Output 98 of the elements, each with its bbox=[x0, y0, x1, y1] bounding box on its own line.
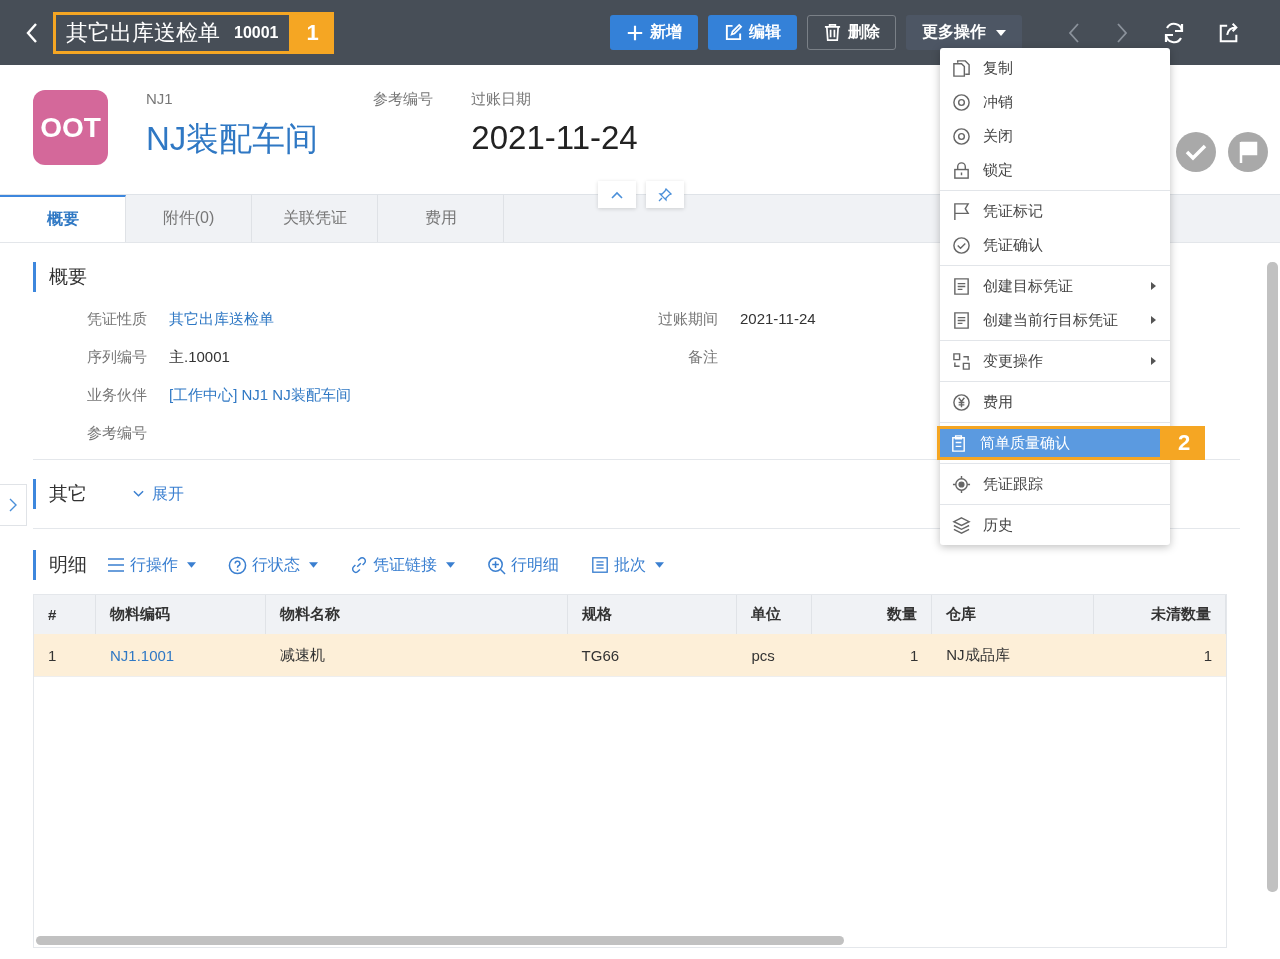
menu-item[interactable]: 凭证确认 bbox=[940, 228, 1170, 262]
table-cell-text: TG66 bbox=[580, 645, 621, 666]
field-label: 过账期间 bbox=[657, 309, 718, 329]
lock-icon bbox=[952, 160, 971, 180]
section-title: 明细 bbox=[49, 553, 87, 577]
field-value[interactable]: [工作中心] NJ1 NJ装配车间 bbox=[169, 384, 351, 405]
logo: OOT bbox=[33, 90, 108, 165]
field-label: 过账日期 bbox=[471, 90, 533, 109]
chevron-right-icon bbox=[9, 498, 17, 512]
document-icon bbox=[952, 310, 971, 330]
copy-icon bbox=[952, 58, 971, 78]
caret-icon bbox=[309, 562, 318, 568]
menu-item[interactable]: 变更操作 bbox=[940, 344, 1170, 378]
more-actions-button[interactable]: 更多操作 bbox=[906, 15, 1022, 50]
swap-icon bbox=[952, 351, 971, 371]
check-circle-icon bbox=[952, 235, 971, 255]
menu-item[interactable]: 创建当前行目标凭证 bbox=[940, 303, 1170, 337]
menu-item[interactable]: 冲销 bbox=[940, 85, 1170, 119]
field-label: 序列编号 bbox=[86, 347, 147, 367]
toolbar-button[interactable]: 行明细 bbox=[487, 554, 559, 576]
horizontal-scrollbar[interactable] bbox=[36, 936, 844, 945]
menu-item[interactable]: 创建目标凭证 bbox=[940, 269, 1170, 303]
table-cell-text: 1 bbox=[1202, 645, 1213, 666]
table-cell-text: pcs bbox=[750, 645, 776, 666]
submenu-arrow-icon bbox=[1151, 357, 1156, 365]
chevron-down-icon bbox=[133, 490, 144, 498]
tab[interactable]: 概要 bbox=[0, 195, 126, 242]
toolbar-button[interactable]: 行操作 bbox=[107, 554, 196, 576]
vertical-scrollbar[interactable] bbox=[1267, 262, 1278, 892]
caret-icon bbox=[996, 29, 1006, 36]
expand-side-button[interactable] bbox=[0, 484, 27, 526]
caret-icon bbox=[446, 562, 455, 568]
document-title: 其它出库送检单 bbox=[66, 18, 220, 47]
field-label: 凭证性质 bbox=[86, 309, 147, 329]
callout-badge: 1 bbox=[291, 11, 334, 54]
field-label: 参考编号 bbox=[373, 90, 434, 109]
menu-item[interactable]: 费用 bbox=[940, 385, 1170, 419]
field-value: 主.10001 bbox=[169, 347, 230, 367]
table-cell-text: 1 bbox=[908, 645, 920, 666]
target-icon bbox=[952, 474, 971, 494]
menu-item[interactable]: 凭证标记 bbox=[940, 194, 1170, 228]
field-label: 备注 bbox=[687, 347, 718, 367]
toolbar-button[interactable]: 批次 bbox=[591, 554, 664, 576]
check-circle-icon[interactable] bbox=[1176, 132, 1216, 172]
toolbar-button[interactable]: 凭证链接 bbox=[350, 554, 455, 576]
circle-icon bbox=[952, 92, 971, 112]
document-icon bbox=[952, 276, 971, 296]
menu-item[interactable]: 简单质量确认 bbox=[937, 426, 1163, 460]
edit-button[interactable]: 编辑 bbox=[708, 15, 797, 50]
help-icon bbox=[228, 555, 247, 575]
circle-icon bbox=[952, 126, 971, 146]
partner-name[interactable]: NJ装配车间 bbox=[146, 117, 319, 162]
menu-item[interactable]: 凭证跟踪 bbox=[940, 467, 1170, 501]
yen-icon bbox=[952, 392, 971, 412]
section-title: 其它 bbox=[49, 482, 87, 506]
callout-badge: 2 bbox=[1163, 426, 1205, 460]
submenu-arrow-icon bbox=[1151, 316, 1156, 324]
edit-icon bbox=[724, 23, 743, 42]
refresh-icon[interactable] bbox=[1162, 20, 1186, 45]
expand-toggle[interactable]: 展开 bbox=[127, 482, 190, 506]
add-button[interactable]: 新增 bbox=[610, 15, 698, 50]
menu-item[interactable]: 历史 bbox=[940, 508, 1170, 542]
section-title: 概要 bbox=[49, 265, 87, 289]
field-label: 业务伙伴 bbox=[86, 385, 147, 405]
clipboard-icon bbox=[949, 433, 968, 453]
table-row[interactable]: 1 NJ1.1001 减速机 TG66 pcs 1 NJ成品库 1 bbox=[34, 634, 1226, 677]
plus-icon bbox=[626, 23, 644, 42]
table-cell-text: 1 bbox=[47, 645, 58, 666]
pin-button[interactable] bbox=[646, 181, 684, 208]
list-icon bbox=[107, 557, 125, 573]
toolbar-button[interactable]: 行状态 bbox=[228, 554, 318, 576]
menu-item[interactable]: 锁定 bbox=[940, 153, 1170, 187]
layers-icon bbox=[952, 515, 971, 535]
chevron-up-icon bbox=[611, 190, 623, 199]
menu-item[interactable]: 关闭 bbox=[940, 119, 1170, 153]
link-icon bbox=[350, 556, 368, 574]
document-number: 10001 bbox=[234, 23, 279, 42]
delete-button[interactable]: 删除 bbox=[807, 15, 896, 50]
flag-icon[interactable] bbox=[1228, 132, 1268, 172]
submenu-arrow-icon bbox=[1151, 282, 1156, 290]
pin-icon bbox=[658, 187, 672, 202]
table-cell-text: NJ成品库 bbox=[945, 644, 1011, 665]
collapse-button[interactable] bbox=[598, 181, 636, 208]
caret-icon bbox=[655, 562, 664, 568]
trash-icon bbox=[823, 23, 842, 42]
partner-code: NJ1 bbox=[146, 90, 174, 107]
table-cell-text: 减速机 bbox=[278, 644, 326, 665]
field-value[interactable]: 其它出库送检单 bbox=[169, 308, 274, 329]
share-icon[interactable] bbox=[1218, 21, 1240, 44]
flag-icon bbox=[952, 201, 971, 221]
zoom-in-icon bbox=[487, 555, 506, 575]
caret-icon bbox=[187, 562, 196, 568]
menu-item[interactable]: 复制 bbox=[940, 51, 1170, 85]
table-cell[interactable]: NJ1.1001 bbox=[95, 634, 266, 676]
table-icon bbox=[591, 556, 609, 574]
field-label: 参考编号 bbox=[86, 423, 147, 443]
field-value: 2021-11-24 bbox=[740, 309, 816, 329]
posting-date: 2021-11-24 bbox=[471, 119, 638, 157]
